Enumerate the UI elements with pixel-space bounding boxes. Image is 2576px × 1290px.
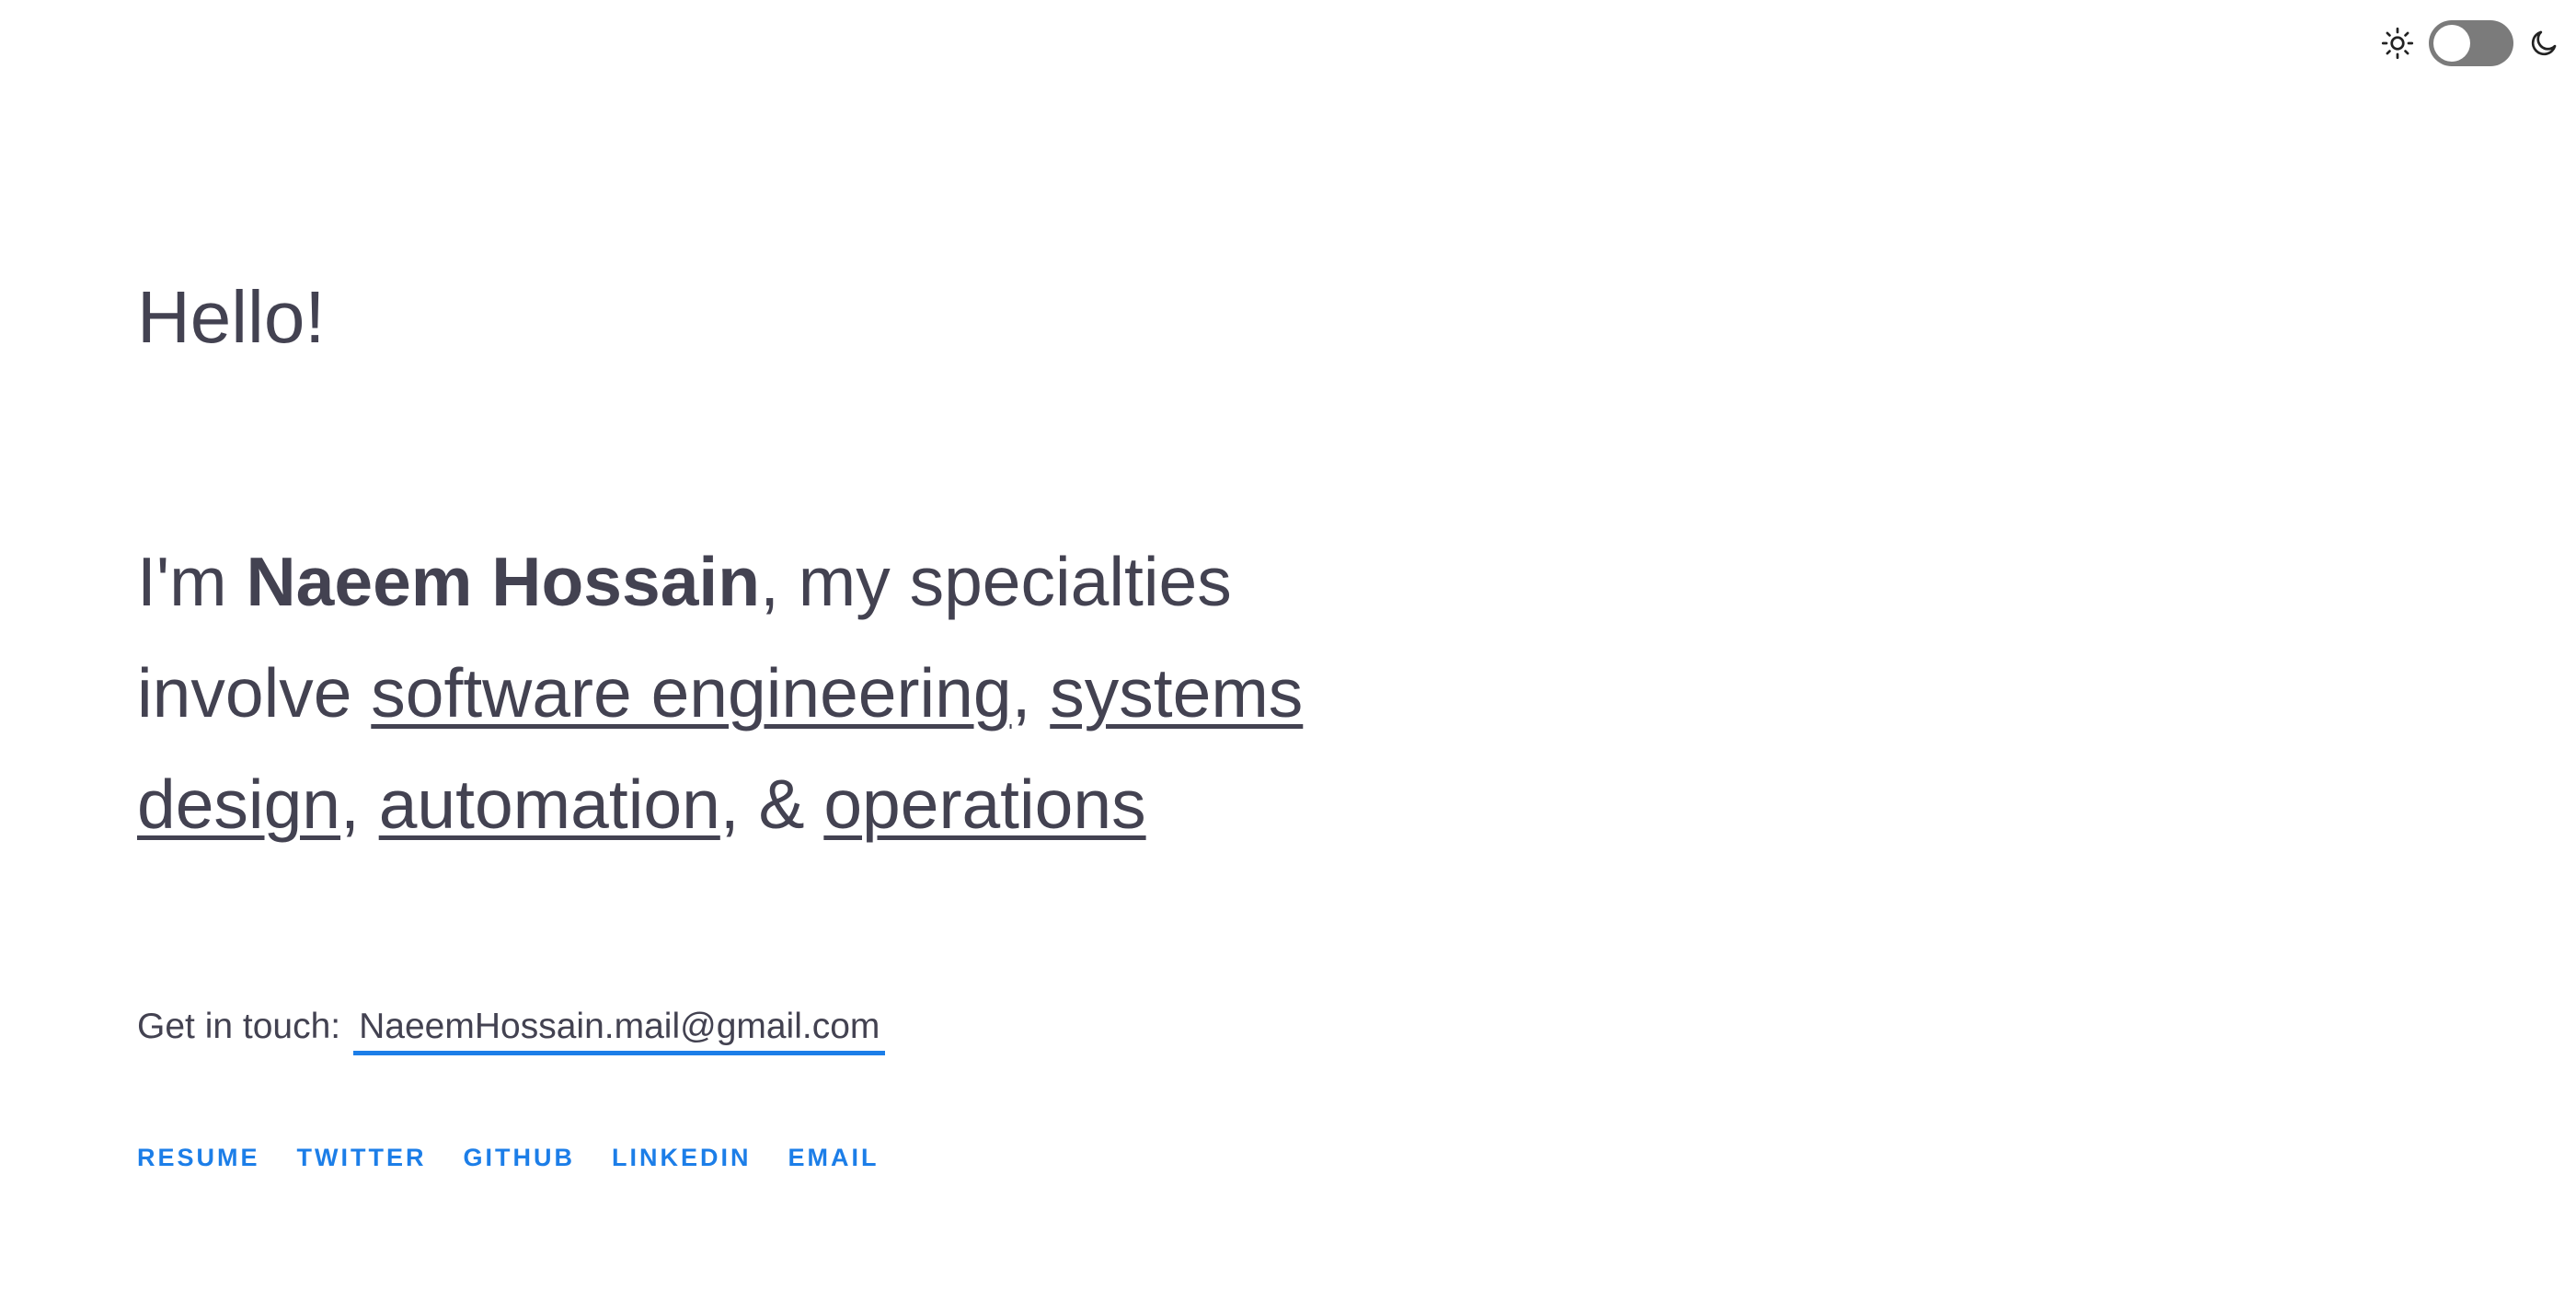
contact-label: Get in touch: — [137, 1007, 341, 1046]
specialty-link-operations[interactable]: operations — [823, 766, 1145, 843]
specialty-link-design[interactable]: design — [137, 766, 340, 843]
line2-prefix: involve — [137, 654, 372, 731]
github-link[interactable]: GITHUB — [464, 1144, 576, 1172]
specialty-link-systems[interactable]: systems — [1050, 654, 1303, 731]
author-name: Naeem Hossain — [246, 543, 761, 620]
resume-link[interactable]: RESUME — [137, 1144, 260, 1172]
dark-mode-switch[interactable] — [2429, 20, 2513, 66]
contact-row: Get in touch: NaeemHossain.mail@gmail.com — [137, 1005, 886, 1055]
greeting-heading: Hello! — [137, 276, 326, 358]
switch-knob — [2433, 25, 2470, 62]
intro-line-2: involve software engineering, systems — [137, 638, 1425, 749]
twitter-link[interactable]: TWITTER — [297, 1144, 427, 1172]
specialty-link-software-engineering[interactable]: software engineering — [371, 654, 1011, 731]
separator: , — [340, 766, 379, 843]
contact-email-link[interactable]: NaeemHossain.mail@gmail.com — [353, 1005, 886, 1055]
separator: , — [1011, 654, 1051, 731]
intro-line-3: design, automation, & operations — [137, 749, 1425, 860]
separator: , & — [719, 766, 824, 843]
theme-toggle — [2381, 20, 2559, 66]
moon-icon — [2528, 28, 2559, 59]
intro-line-1: I'm Naeem Hossain, my specialties — [137, 526, 1425, 638]
email-link[interactable]: EMAIL — [788, 1144, 880, 1172]
intro-prefix: I'm — [137, 543, 247, 620]
intro-middle: , my specialties — [760, 543, 1232, 620]
linkedin-link[interactable]: LINKEDIN — [612, 1144, 752, 1172]
intro-paragraph: I'm Naeem Hossain, my specialties involv… — [137, 526, 1425, 860]
social-links: RESUME TWITTER GITHUB LINKEDIN EMAIL — [137, 1144, 880, 1172]
specialty-link-automation[interactable]: automation — [379, 766, 720, 843]
sun-icon — [2381, 27, 2414, 60]
